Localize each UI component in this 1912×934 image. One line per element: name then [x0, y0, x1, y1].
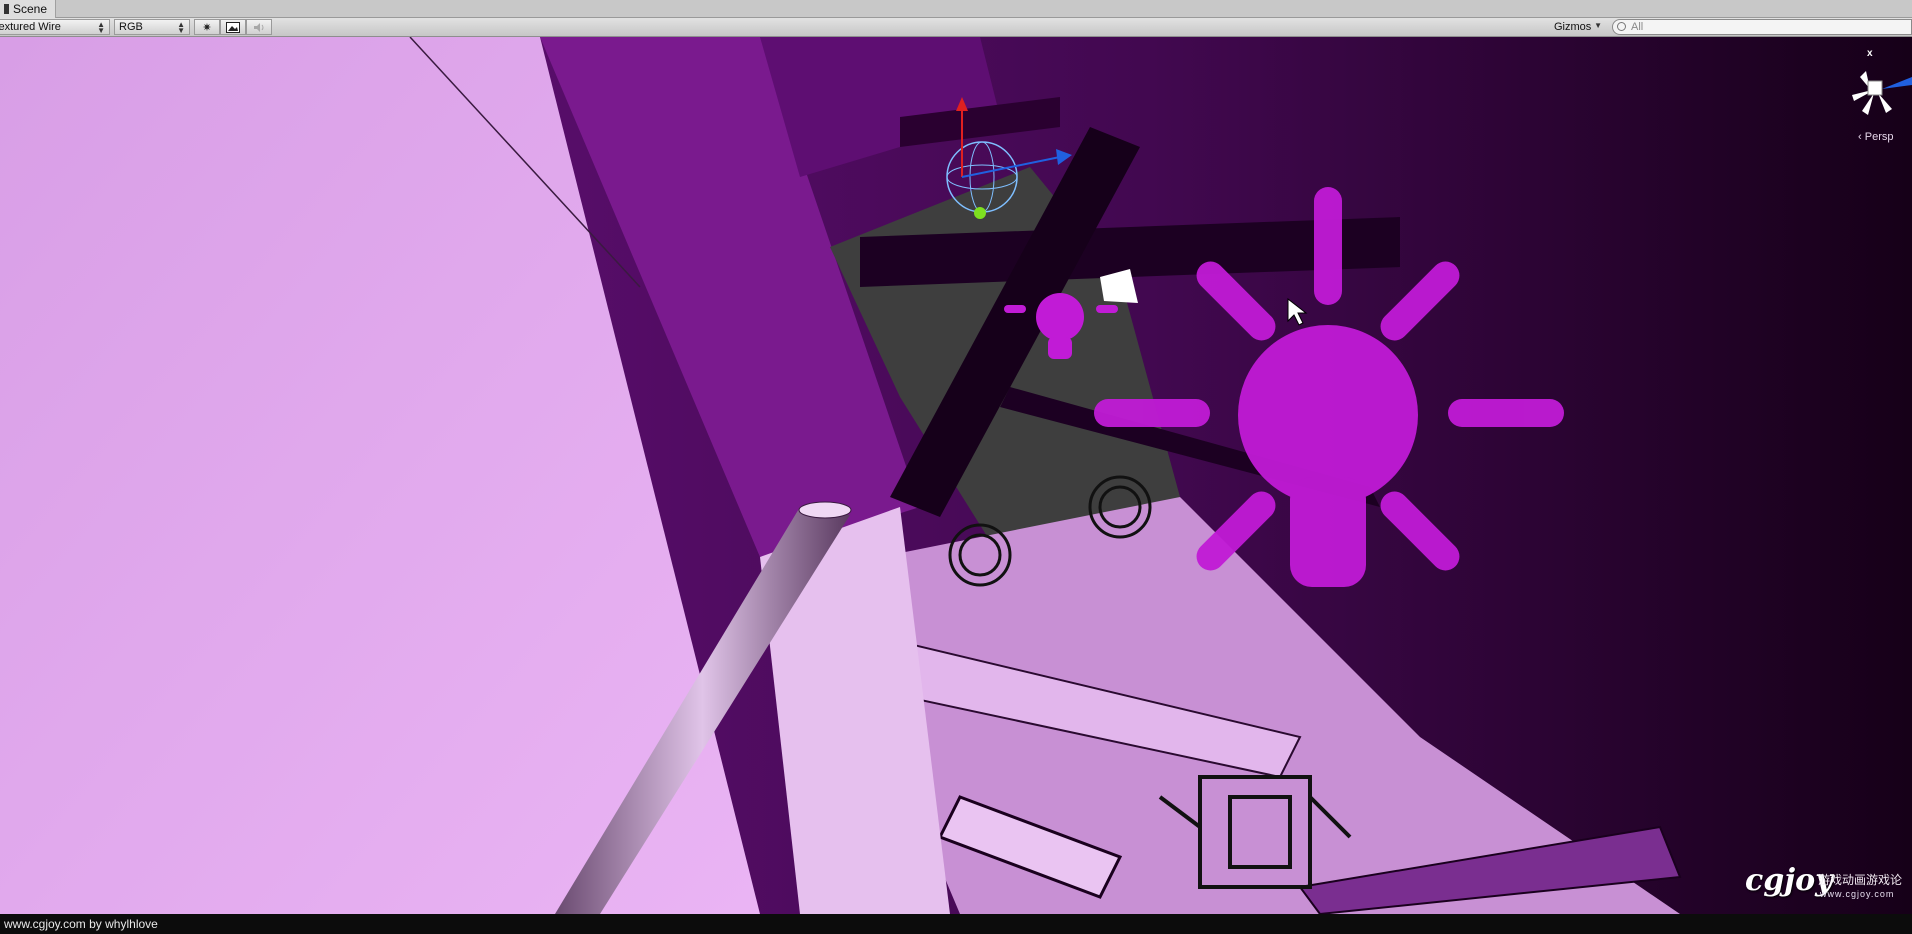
tab-scene[interactable]: Scene [0, 0, 57, 18]
sun-icon: ✷ [202, 21, 212, 34]
status-text: www.cgjoy.com by whylhlove [4, 917, 158, 931]
orientation-axis-label: x [1867, 48, 1873, 59]
scene-toolbar: Textured Wire ▲▼ RGB ▲▼ ✷ Gizmos ▼ All [0, 18, 1912, 37]
status-bar: www.cgjoy.com by whylhlove [0, 914, 1912, 934]
projection-label: Persp [1864, 131, 1894, 143]
pipe-end [798, 501, 852, 519]
watermark-chinese-text: 游戏动画游戏论 [1818, 873, 1903, 887]
image-icon [226, 21, 240, 33]
search-placeholder: All [1631, 21, 1644, 33]
gizmos-label: Gizmos [1554, 21, 1592, 33]
scene-image-toggle[interactable] [220, 19, 246, 35]
scene-render [0, 37, 1912, 914]
gizmos-arrow-icon: ▼ [1594, 21, 1602, 30]
search-icon [1617, 22, 1626, 31]
render-mode-arrow-icon: ▲ ▼ [97, 20, 105, 35]
scene-audio-toggle[interactable] [246, 19, 272, 35]
color-mode-dropdown[interactable]: RGB ▲ ▼ [114, 19, 190, 35]
tab-bar: Scene [0, 0, 1912, 18]
watermark-url: www.cgjoy.com [1820, 889, 1895, 899]
scene-lighting-toggle[interactable]: ✷ [194, 19, 220, 35]
scene-tab-icon [4, 4, 9, 14]
color-mode-arrow-icon: ▲ ▼ [177, 20, 185, 35]
projection-toggle[interactable]: ‹ Persp [1858, 131, 1893, 143]
hierarchy-search-input[interactable]: All [1612, 19, 1912, 35]
color-mode-value: RGB [119, 21, 143, 33]
transform-center[interactable] [974, 207, 986, 219]
render-mode-dropdown[interactable]: Textured Wire ▲▼ [0, 19, 110, 35]
gizmos-dropdown[interactable]: Gizmos ▼ [1550, 19, 1606, 35]
scene-viewport[interactable]: x ‹ Persp cgjoy 游戏动画游戏论 www.cgjoy.com [0, 37, 1912, 914]
tab-scene-label: Scene [13, 2, 48, 16]
speaker-icon [253, 22, 263, 32]
render-mode-value: Textured Wire [0, 21, 61, 33]
